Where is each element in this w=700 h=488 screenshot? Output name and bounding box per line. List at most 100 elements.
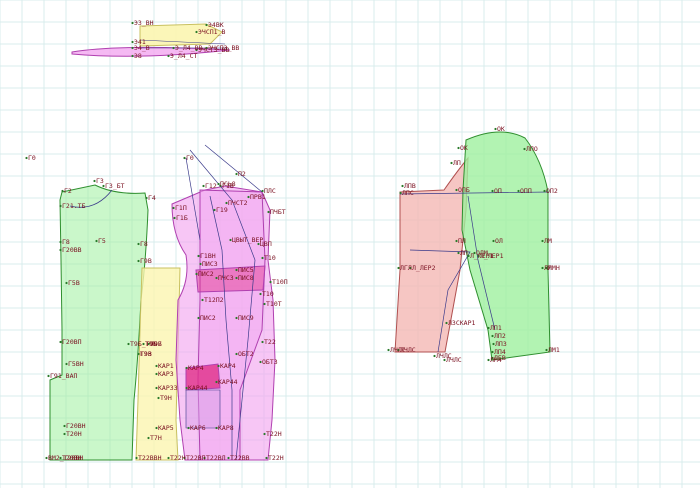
side-point-label: Т22ВВН [138,454,162,462]
front-point-label: Т22Н [268,454,284,462]
front-grid-box [185,389,221,429]
back-point-label: Г21.ТБ [62,202,86,210]
sleeve-point-label: ПЛ [458,237,466,245]
front-point-label: ЦВЫТ_ВЕР [232,236,263,244]
front-point-label: Г1Б [176,214,188,222]
front-point-label: Г19 [216,206,228,214]
sleeve-point-label: ЛЧЛС [400,346,416,354]
front-point-label: Т10Т [266,300,282,308]
sleeve-point-label: Л_ЛЕР2 [412,264,436,272]
front-point-label: КАР4 [220,362,236,370]
front-point-label: Т10П [272,278,288,286]
sleeve-point-label: ЛЧЛС [446,356,462,364]
sleeve-point-label: ЛПС [402,189,414,197]
front-point-label: Т22ВП [186,454,206,462]
side-point-label: КАР5 [158,424,174,432]
back-piece[interactable] [49,184,149,461]
front-point-label: Т22ВВ [230,454,250,462]
front-point-label: Т10 [264,254,276,262]
top-point-label: ЭЧСП1_В [198,28,225,36]
sleeve-point-label: ОП [494,187,502,195]
sleeve-point-label: ЛП [453,159,461,167]
front-point-label: ОБТ2 [238,350,254,358]
front-point-label: ПЧСТ2 [228,199,248,207]
back-point-label: ВМ2_Т20ВН [48,454,83,462]
top-point-label: Э4_В [134,44,150,52]
front-point-label: ПЛС [264,187,276,195]
back-point-label: Г4 [148,194,156,202]
front-point-label: КАР44 [188,384,208,392]
top-point-label: Э8 [134,52,142,60]
sleeve-point-label: ОЛ [495,237,503,245]
sleeve-point-label: ЛМ1 [548,346,560,354]
front-point-label: Г1П [175,204,187,212]
front-point-label: П2 [238,170,246,178]
sleeve-point-label: ОК [497,125,505,133]
back-point-label: Г91_ВАП [50,372,77,380]
side-point-label: Т92 [150,340,162,348]
back-point-label: Г8 [62,238,70,246]
front-point-label: КАР8 [218,424,234,432]
front-point-label: Т22ВЛ [206,454,226,462]
top-point-label: Э3_ВН [134,19,154,27]
sleeve-point-label: ОПБ [458,186,470,194]
side-point-label: Т9Н [160,394,172,402]
front-point-label: ЦВП [260,240,272,248]
back-point-label: Г8 [140,240,148,248]
side-point-label: КАР1 [158,362,174,370]
side-point-label: КАР33 [158,384,178,392]
front-point-label: ПИС2 [198,270,214,278]
sleeve-point-label: ЛМ [544,237,552,245]
sleeve-point-label: ЛМ4 [490,356,502,364]
back-point-label: Г5ВН [68,360,84,368]
side-point-label: ГЭЗ [140,350,152,358]
front-point-label: ПИС8 [238,274,254,282]
front-point-label: Г12 [205,182,217,190]
side-point-label: Т7Н [150,434,162,442]
pattern-canvas[interactable]: Э3_ВН Э4ВКЭЧСП1_ВЭЧСП3_ВВЭ41Э4_В Э_Л4_ВВЭЧ… [0,0,700,488]
sleeve-point-label: ЛП2 [494,332,506,340]
front-point-label: ПИС2 [200,314,216,322]
side-point-label: КАР3 [158,370,174,378]
front-point-label: КАР4 [188,364,204,372]
front-point-label: Т22 [264,338,276,346]
front-point-label: Г0 [186,154,194,162]
front-point-label: ПЧСЗ [218,274,234,282]
front-point-label: ПИС5 [238,266,254,274]
back-point-label: Г20ВН [66,422,86,430]
back-point-label: Г20ВВ [62,246,82,254]
sleeve-point-label: ОК [460,144,468,152]
sleeve-point-label: Л_ЛЕР1 [480,252,504,260]
front-point-label: Г1ВН [200,252,216,260]
sleeve-point-label: ЛП1 [490,324,502,332]
front-point-label: ПИС3 [202,260,218,268]
front-point-label: КАР44 [218,378,238,386]
front-point-label: Т12П2 [204,296,224,304]
back-shape [49,184,149,461]
front-point-label: ОБТ3 [262,358,278,366]
sleeve-point-label: ЛГЛ [400,264,412,272]
back-point-label: Г9В [140,257,152,265]
back-point-label: Г20ВП [62,338,82,346]
top-point-label: ЭЧСТ3_ВВ [198,46,229,54]
back-point-label: Г3_БТ [105,182,125,190]
front-point-label: КАР6 [190,424,206,432]
front-point-label: ПСЬ8 [220,180,236,188]
back-point-label: Г5В [68,279,80,287]
top-point-label: Э_Л4_СТ [170,52,197,60]
back-point-label: Г0 [28,154,36,162]
side-point-label: Т22Н [170,454,186,462]
front-point-label: Т22Н [266,430,282,438]
sleeve-point-label: ЛП3 [495,340,507,348]
sleeve-point-label: ЛПО [526,145,538,153]
front-point-label: ПЧБТ [270,208,286,216]
sleeve-point-label: ОПП [520,187,532,195]
back-point-label: Г2 [64,187,72,195]
back-point-label: Т20Н [66,430,82,438]
sleeve-point-label: ОП2 [546,187,558,195]
front-point-label: ПРВ1 [250,193,266,201]
front-point-label: ПИС9 [238,314,254,322]
back-point-label: Г5 [98,237,106,245]
sleeve-point-label: ЛМН [548,264,560,272]
sleeve-point-label: ЛЗСКАР1 [448,319,475,327]
